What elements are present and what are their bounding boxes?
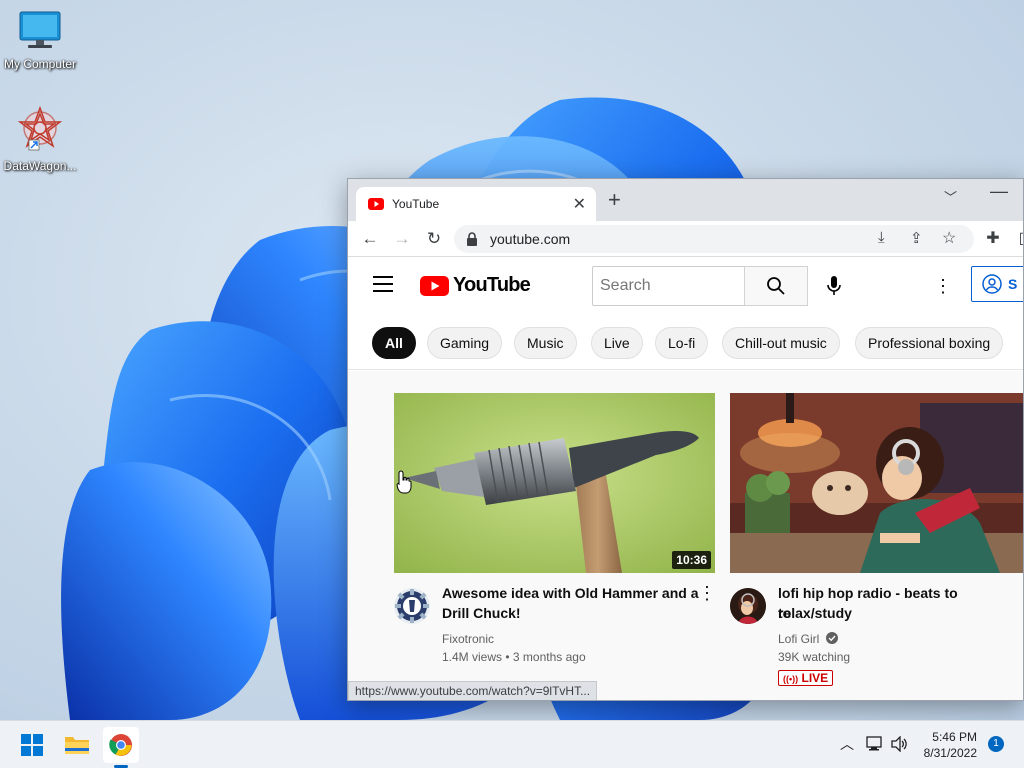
chrome-icon	[109, 734, 132, 756]
desktop-icon-label: My Computer	[3, 57, 77, 71]
live-badge: ((•)) LIVE	[778, 670, 834, 686]
channel-name[interactable]: Fixotronic	[442, 630, 494, 648]
notification-badge[interactable]: 1	[988, 736, 1004, 752]
view-count: 1.4M views	[442, 650, 503, 664]
video-title-line[interactable]: Drill Chuck!	[442, 603, 521, 623]
category-chips-bar: All Gaming Music Live Lo-fi Chill-out mu…	[348, 314, 1023, 370]
tab-strip: YouTube ✕ + ﹀ —	[348, 179, 1023, 221]
datawagon-icon	[17, 105, 63, 151]
desktop-icon-my-computer[interactable]: My Computer	[0, 10, 80, 71]
search-button[interactable]	[744, 266, 808, 306]
windows-logo-icon	[21, 734, 43, 756]
chrome-taskbar-button[interactable]	[103, 727, 139, 768]
channel-avatar-lofi-girl[interactable]	[730, 588, 766, 624]
extensions-puzzle-icon[interactable]: ✚	[982, 228, 1004, 250]
live-broadcast-icon: ((•))	[783, 674, 799, 684]
side-panel-icon[interactable]: ▯	[1012, 228, 1023, 250]
tab-title: YouTube	[392, 197, 440, 211]
system-clock[interactable]: 5:46 PM 8/31/2022	[915, 729, 977, 761]
channel-avatar-fixotronic[interactable]	[394, 588, 430, 624]
youtube-logo[interactable]: YouTube	[420, 274, 531, 297]
video-grid: 10:36 Awesome idea with Old Hammer and a…	[348, 371, 1023, 700]
settings-kebab-icon[interactable]: ⋮	[933, 272, 953, 300]
tab-close-icon[interactable]: ✕	[573, 194, 586, 214]
lofi-girl-avatar-icon	[730, 588, 766, 624]
video-title-line[interactable]: lofi hip hop radio - beats to relax/stud…	[778, 583, 1023, 623]
share-icon[interactable]: ⇪	[910, 229, 923, 247]
youtube-play-logo-icon	[420, 275, 449, 296]
video-options-kebab-icon[interactable]: ⋮	[698, 583, 716, 604]
hammer-drill-chuck-thumbnail	[394, 393, 715, 573]
youtube-wordmark: YouTube	[453, 274, 531, 296]
youtube-favicon-icon	[368, 198, 384, 210]
link-status-bubble: https://www.youtube.com/watch?v=9lTvHT..…	[348, 681, 598, 700]
tab-youtube[interactable]: YouTube ✕	[356, 187, 596, 221]
new-tab-button[interactable]: +	[608, 189, 621, 211]
chip-music[interactable]: Music	[514, 327, 577, 359]
video-title-line[interactable]: Awesome idea with Old Hammer and a	[442, 583, 698, 603]
hand-cursor-icon	[396, 470, 412, 494]
chrome-window: YouTube ✕ + ﹀ — ← → ↻ youtube.com ⤓ ⇪ ☆ …	[347, 178, 1024, 701]
channel-name[interactable]: Lofi Girl	[778, 632, 819, 646]
clock-date: 8/31/2022	[923, 746, 977, 760]
video-stats: 1.4M views • 3 months ago	[442, 648, 586, 666]
reload-icon[interactable]: ↻	[423, 228, 445, 250]
clock-time: 5:46 PM	[932, 730, 977, 744]
desktop-icon-label: DataWagon...	[3, 159, 77, 173]
microphone-icon	[827, 276, 841, 295]
search-box	[592, 266, 744, 306]
video-duration: 10:36	[672, 551, 711, 569]
account-circle-icon	[982, 274, 1002, 294]
tab-search-chevron-icon[interactable]: ﹀	[944, 187, 957, 206]
chip-live[interactable]: Live	[591, 327, 643, 359]
forward-arrow-icon[interactable]: →	[391, 228, 413, 250]
browser-toolbar: ← → ↻ youtube.com ⤓ ⇪ ☆ ✚ ▯	[348, 221, 1023, 257]
bookmark-star-icon[interactable]: ☆	[942, 228, 956, 248]
monitor-icon	[19, 11, 61, 48]
folder-icon	[65, 737, 89, 754]
sign-in-button[interactable]: S	[971, 266, 1023, 302]
youtube-header: YouTube ⋮ S	[348, 258, 1023, 314]
desktop-icon-datawagon[interactable]: DataWagon...	[0, 105, 80, 173]
search-icon	[767, 277, 785, 295]
minimize-button[interactable]: —	[990, 181, 1008, 202]
upload-age: 3 months ago	[512, 650, 586, 664]
lofi-girl-thumbnail	[730, 393, 1023, 573]
show-hidden-icons-chevron-icon[interactable]: ︿	[840, 734, 854, 754]
video-thumbnail[interactable]	[730, 393, 1023, 573]
verified-check-icon	[825, 632, 838, 644]
volume-icon[interactable]	[891, 736, 909, 752]
voice-search-button[interactable]	[818, 270, 850, 302]
address-bar[interactable]: youtube.com ⤓ ⇪ ☆	[454, 225, 974, 253]
meta-separator: •	[505, 650, 510, 664]
chip-lofi[interactable]: Lo-fi	[655, 327, 709, 359]
chip-all[interactable]: All	[372, 327, 416, 359]
search-input[interactable]	[593, 267, 744, 305]
live-badge-label: LIVE	[801, 671, 829, 685]
lock-icon[interactable]	[466, 232, 478, 246]
gear-avatar-icon	[395, 589, 429, 623]
chip-chill-out-music[interactable]: Chill-out music	[722, 327, 840, 359]
video-thumbnail[interactable]: 10:36	[394, 393, 715, 573]
watching-count: 39K watching	[778, 650, 851, 664]
video-title-line[interactable]: to	[778, 603, 791, 623]
address-url: youtube.com	[490, 231, 571, 247]
start-button[interactable]	[14, 727, 50, 763]
channel-name-row: Lofi Girl	[778, 630, 838, 648]
file-explorer-button[interactable]	[59, 727, 95, 763]
install-app-icon[interactable]: ⤓	[878, 229, 885, 246]
chip-professional-boxing[interactable]: Professional boxing	[855, 327, 1004, 359]
taskbar: ︿ 5:46 PM 8/31/2022 1	[0, 720, 1024, 768]
chip-gaming[interactable]: Gaming	[427, 327, 503, 359]
network-icon[interactable]	[866, 736, 884, 752]
hamburger-menu-icon[interactable]	[373, 276, 393, 297]
back-arrow-icon[interactable]: ←	[359, 228, 381, 250]
sign-in-label: S	[1008, 276, 1018, 292]
